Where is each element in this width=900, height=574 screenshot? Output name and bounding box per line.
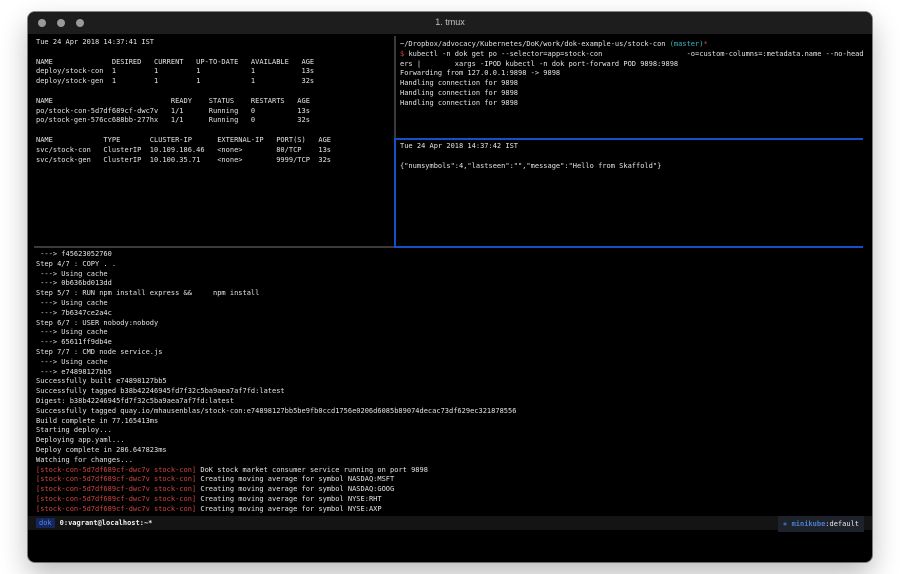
kubectl-output-line: deploy/stock-con 1 1 1 1 13s [36, 67, 394, 77]
build-log-line: Step 5/7 : RUN npm install express && np… [36, 289, 870, 299]
log-message: Creating moving average for symbol NASDA… [196, 485, 394, 493]
kubectl-output-line: NAME READY STATUS RESTARTS AGE [36, 97, 394, 107]
build-log-line: ---> 0b636bd013dd [36, 279, 870, 289]
log-message: Creating moving average for symbol NASDA… [196, 475, 394, 483]
kube-context-name: minikube [792, 520, 826, 528]
terminal-content: Tue 24 Apr 2018 14:37:41 IST NAME DESIRE… [28, 34, 872, 562]
log-message: DoK stock market consumer service runnin… [196, 466, 428, 474]
kubectl-output-line: svc/stock-con ClusterIP 10.109.186.46 <n… [36, 146, 394, 156]
build-log-line: ---> f45623052760 [36, 250, 870, 260]
terminal-window: 1. tmux Tue 24 Apr 2018 14:37:41 IST NAM… [28, 12, 872, 562]
build-log-line: Starting deploy... [36, 426, 870, 436]
build-log-line: Successfully tagged b38b42246945fd7f32c5… [36, 387, 870, 397]
kubectl-output-line [36, 126, 394, 136]
port-forward-output: Forwarding from 127.0.0.1:9898 -> 9898Ha… [400, 69, 870, 108]
pane-border-vertical-inactive [394, 36, 396, 138]
pane-kubectl-watch[interactable]: Tue 24 Apr 2018 14:37:41 IST NAME DESIRE… [36, 38, 394, 248]
kube-namespace: :default [825, 520, 859, 528]
kubectl-output-line: Tue 24 Apr 2018 14:37:41 IST [36, 38, 394, 48]
kube-context-status: ⎈ minikube:default [778, 516, 864, 532]
build-log-line: Build complete in 77.165413ms [36, 417, 870, 427]
kubectl-output-line: deploy/stock-gen 1 1 1 1 32s [36, 77, 394, 87]
window-status-item[interactable]: 0:vagrant@localhost:~* [60, 519, 153, 527]
kubectl-output-line: po/stock-con-5d7df689cf-dwc7v 1/1 Runnin… [36, 107, 394, 117]
build-log-line: ---> Using cache [36, 270, 870, 280]
build-log-line: ---> Using cache [36, 358, 870, 368]
container-log-line: [stock-con-5d7df689cf-dwc7v stock-con] D… [36, 466, 870, 476]
pane-border-vertical-active [394, 138, 396, 248]
pod-prefix: [stock-con-5d7df689cf-dwc7v stock-con] [36, 495, 196, 503]
kubectl-output-line [36, 87, 394, 97]
build-log-line: ---> e74898127bb5 [36, 368, 870, 378]
command-line: $ kubectl -n dok get po --selector=app=s… [400, 50, 870, 60]
port-forward-output-line: Handling connection for 9898 [400, 99, 870, 109]
container-log-line: [stock-con-5d7df689cf-dwc7v stock-con] C… [36, 495, 870, 505]
pane-skaffold-log[interactable]: ---> f45623052760Step 4/7 : COPY . . ---… [36, 250, 870, 516]
pane-border-horizontal-active-bottom [394, 246, 863, 248]
json-response-line: {"numsymbols":4,"lastseen":"","message":… [400, 162, 870, 172]
git-dirty-flag: * [703, 40, 707, 48]
build-log-line: Successfully built e74898127bb5 [36, 377, 870, 387]
build-log-line: ---> Using cache [36, 299, 870, 309]
build-log-lines: ---> f45623052760Step 4/7 : COPY . . ---… [36, 250, 870, 466]
session-name-badge[interactable]: dok [36, 518, 55, 528]
build-log-line: ---> 7b6347ce2a4c [36, 309, 870, 319]
shell-prompt-line: ~/Dropbox/advocacy/Kubernetes/DoK/work/d… [400, 40, 870, 50]
build-log-line: ---> 65611ff9db4e [36, 338, 870, 348]
build-log-line: Watching for changes... [36, 456, 870, 466]
pane-curl-loop[interactable]: Tue 24 Apr 2018 14:37:42 IST {"numsymbol… [400, 142, 870, 244]
build-log-line: Deploying app.yaml... [36, 436, 870, 446]
pod-prefix: [stock-con-5d7df689cf-dwc7v stock-con] [36, 466, 196, 474]
container-log-line: [stock-con-5d7df689cf-dwc7v stock-con] C… [36, 485, 870, 495]
build-log-line: Digest: b38b42246945fd7f32c5ba9aea7af7fd… [36, 397, 870, 407]
build-log-line: Step 7/7 : CMD node service.js [36, 348, 870, 358]
kubectl-output-line: po/stock-gen-576cc688bb-277hx 1/1 Runnin… [36, 116, 394, 126]
port-forward-output-line: Forwarding from 127.0.0.1:9898 -> 9898 [400, 69, 870, 79]
git-branch-label: (master) [670, 40, 704, 48]
pane-border-horizontal-inactive [34, 246, 394, 248]
container-log-lines: [stock-con-5d7df689cf-dwc7v stock-con] D… [36, 466, 870, 515]
pod-prefix: [stock-con-5d7df689cf-dwc7v stock-con] [36, 475, 196, 483]
window-title: 1. tmux [28, 17, 872, 27]
tmux-status-bar: dok 0:vagrant@localhost:~* ⎈ minikube:def… [28, 516, 872, 530]
kubectl-output-line [36, 48, 394, 58]
blank-line [400, 152, 870, 162]
prompt-path: ~/Dropbox/advocacy/Kubernetes/DoK/work/d… [400, 40, 670, 48]
pod-prefix: [stock-con-5d7df689cf-dwc7v stock-con] [36, 485, 196, 493]
command-line-wrap: ers | xargs -IPOD kubectl -n dok port-fo… [400, 60, 870, 70]
window-titlebar[interactable]: 1. tmux [28, 12, 872, 34]
pod-prefix: [stock-con-5d7df689cf-dwc7v stock-con] [36, 505, 196, 513]
port-forward-output-line: Handling connection for 9898 [400, 79, 870, 89]
container-log-line: [stock-con-5d7df689cf-dwc7v stock-con] C… [36, 505, 870, 515]
log-message: Creating moving average for symbol NYSE:… [196, 505, 381, 513]
datetime-line: Tue 24 Apr 2018 14:37:42 IST [400, 142, 870, 152]
log-message: Creating moving average for symbol NYSE:… [196, 495, 381, 503]
build-log-line: Successfully tagged quay.io/mhausenblas/… [36, 407, 870, 417]
port-forward-output-line: Handling connection for 9898 [400, 89, 870, 99]
build-log-line: Step 6/7 : USER nobody:nobody [36, 319, 870, 329]
container-log-line: [stock-con-5d7df689cf-dwc7v stock-con] C… [36, 475, 870, 485]
pane-port-forward[interactable]: ~/Dropbox/advocacy/Kubernetes/DoK/work/d… [400, 40, 870, 140]
kubectl-output-line: NAME DESIRED CURRENT UP-TO-DATE AVAILABL… [36, 58, 394, 68]
build-log-line: Deploy complete in 286.647823ms [36, 446, 870, 456]
kubectl-output-line: svc/stock-gen ClusterIP 10.100.35.71 <no… [36, 156, 394, 166]
helm-wheel-icon: ⎈ [783, 520, 787, 528]
command-text-1: kubectl -n dok get po --selector=app=sto… [408, 50, 863, 58]
kubectl-output-line: NAME TYPE CLUSTER-IP EXTERNAL-IP PORT(S)… [36, 136, 394, 146]
build-log-line: Step 4/7 : COPY . . [36, 260, 870, 270]
build-log-line: ---> Using cache [36, 328, 870, 338]
